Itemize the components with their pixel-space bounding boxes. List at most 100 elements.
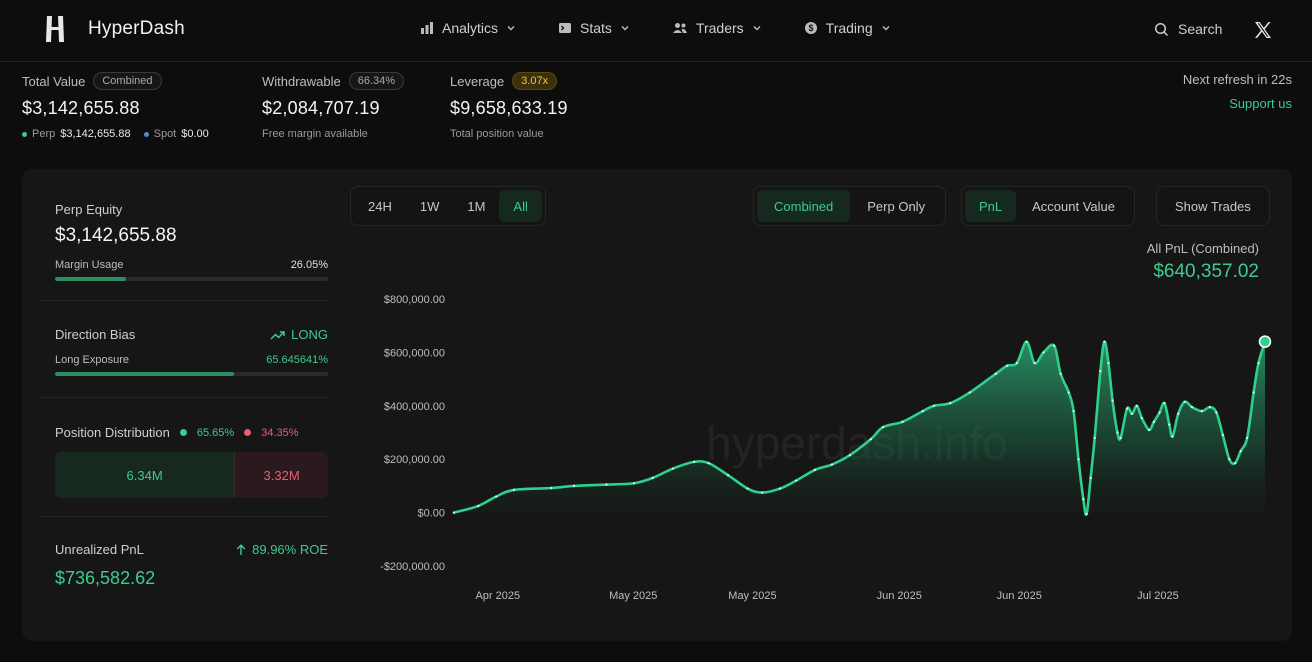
pnl-data-point: [1135, 404, 1138, 407]
timeframe-1w[interactable]: 1W: [406, 190, 454, 222]
direction-bias-value: LONG: [291, 327, 328, 342]
pnl-data-point: [968, 391, 971, 394]
brand-name[interactable]: HyperDash: [88, 18, 185, 40]
spot-value: $0.00: [181, 128, 209, 140]
x-twitter-icon[interactable]: [1254, 21, 1272, 39]
pnl-summary-value: $640,357.02: [1153, 261, 1259, 282]
search-button[interactable]: Search: [1154, 21, 1222, 37]
pnl-data-point: [813, 468, 816, 471]
roe-value: 89.96% ROE: [252, 542, 328, 557]
pnl-data-point: [1130, 412, 1134, 415]
pnl-data-point: [727, 474, 730, 477]
pnl-data-point: [1257, 361, 1260, 365]
pnl-data-point: [1190, 406, 1194, 409]
pnl-data-point: [1072, 410, 1075, 413]
pnl-data-point: [1126, 407, 1129, 410]
nav-analytics[interactable]: Analytics: [420, 20, 516, 36]
chevron-down-icon: [882, 26, 890, 31]
leverage-stat: Leverage 3.07x $9,658,633.19 Total posit…: [450, 72, 568, 140]
perp-equity-value: $3,142,655.88: [55, 225, 177, 246]
nav-traders[interactable]: Traders: [672, 20, 762, 36]
nav-stats[interactable]: Stats: [558, 20, 630, 36]
long-dot-icon: [179, 429, 187, 436]
x-tick-label: Apr 2025: [475, 590, 520, 602]
pnl-data-point: [632, 482, 636, 485]
nav-trading-label: Trading: [825, 20, 873, 36]
total-value-stat: Total Value Combined $3,142,655.88 Perp …: [22, 72, 209, 140]
withdrawable-label: Withdrawable: [262, 73, 341, 89]
direction-bias-badge: LONG: [270, 327, 328, 342]
pnl-data-point: [1200, 410, 1203, 413]
timeframe-selector: 24H 1W 1M All: [350, 186, 546, 226]
direction-bias-section: Direction Bias LONG Long Exposure 65.645…: [40, 327, 328, 376]
scope-perp-only[interactable]: Perp Only: [850, 190, 942, 222]
show-trades-button[interactable]: Show Trades: [1160, 190, 1266, 222]
long-percent: 65.65%: [196, 426, 235, 439]
total-value-label: Total Value: [22, 73, 86, 89]
dollar-circle-icon: $: [804, 22, 817, 34]
pnl-data-point: [1233, 462, 1237, 465]
scope-combined[interactable]: Combined: [757, 190, 851, 222]
chevron-down-icon: [621, 26, 629, 31]
arrow-up-icon: [236, 543, 246, 555]
x-axis: Apr 2025 May 2025 May 2025 Jun 2025 Jun 2025…: [475, 590, 1178, 602]
perp-equity-label: Perp Equity: [55, 202, 123, 217]
pnl-area-chart[interactable]: $800,000.00 $600,000.00 $400,000.00 $200,00…: [352, 281, 1282, 611]
leverage-badge: 3.07x: [512, 72, 558, 90]
terminal-icon: [559, 23, 572, 33]
support-us-link[interactable]: Support us: [1229, 96, 1292, 111]
pnl-data-point: [933, 404, 936, 407]
nav-trading[interactable]: $ Trading: [804, 20, 891, 36]
long-exposure-bar-fill: [55, 372, 235, 376]
timeframe-all[interactable]: All: [499, 190, 542, 222]
nav-analytics-label: Analytics: [442, 20, 499, 36]
leverage-sub: Total position value: [450, 128, 544, 140]
pnl-data-point: [1015, 361, 1018, 365]
long-amount: 6.34M: [55, 452, 235, 498]
long-exposure-bar: [55, 372, 328, 376]
y-tick-label: $200,000.00: [384, 454, 445, 466]
unrealized-pnl-value: $736,582.62: [55, 568, 156, 588]
withdrawable-amount: $2,084,707.19: [262, 98, 380, 118]
main-nav: Analytics Stats Traders $ Trading: [420, 20, 933, 36]
nav-traders-label: Traders: [695, 20, 744, 36]
combined-badge: Combined: [93, 72, 162, 90]
pnl-data-point: [651, 476, 654, 479]
spot-label: Spot: [153, 128, 177, 140]
pnl-data-point: [1152, 420, 1155, 423]
pnl-data-point: [1119, 436, 1122, 439]
short-amount: 3.32M: [234, 452, 328, 498]
margin-usage-label: Margin Usage: [55, 259, 124, 271]
timeframe-1m[interactable]: 1M: [453, 190, 499, 222]
unrealized-pnl-label: Unrealized PnL: [55, 542, 144, 557]
pnl-data-point: [1103, 340, 1106, 343]
pnl-data-point: [746, 487, 749, 490]
pnl-data-point: [707, 462, 710, 465]
pnl-data-point: [921, 410, 924, 413]
chevron-down-icon: [753, 26, 761, 31]
latest-value-marker[interactable]: [1258, 335, 1272, 348]
metric-pnl[interactable]: PnL: [965, 190, 1017, 222]
scope-selector: Combined Perp Only: [753, 186, 947, 226]
pnl-data-point: [1089, 476, 1092, 479]
withdrawable-badge: 66.34%: [348, 72, 405, 90]
hyperdash-logo-icon[interactable]: [44, 14, 66, 44]
y-tick-label: $600,000.00: [384, 347, 445, 359]
pnl-data-point: [1085, 512, 1088, 516]
leverage-label: Leverage: [450, 73, 505, 89]
pnl-data-point: [1140, 416, 1143, 419]
pnl-data-point: [994, 372, 997, 375]
direction-bias-label: Direction Bias: [55, 327, 136, 342]
position-distribution-bar: 6.34M 3.32M: [55, 452, 328, 498]
short-percent: 34.35%: [261, 426, 299, 439]
metric-account-value[interactable]: Account Value: [1016, 190, 1131, 222]
pnl-data-point: [572, 484, 576, 487]
pnl-data-point: [1025, 340, 1028, 343]
pnl-data-point: [1107, 361, 1110, 365]
timeframe-24h[interactable]: 24H: [354, 190, 406, 222]
pnl-data-point: [692, 460, 696, 463]
pnl-data-point: [1082, 498, 1085, 501]
spot-dot-icon: [143, 131, 149, 137]
pnl-data-point: [452, 511, 456, 514]
bar-chart-icon: [421, 22, 433, 34]
